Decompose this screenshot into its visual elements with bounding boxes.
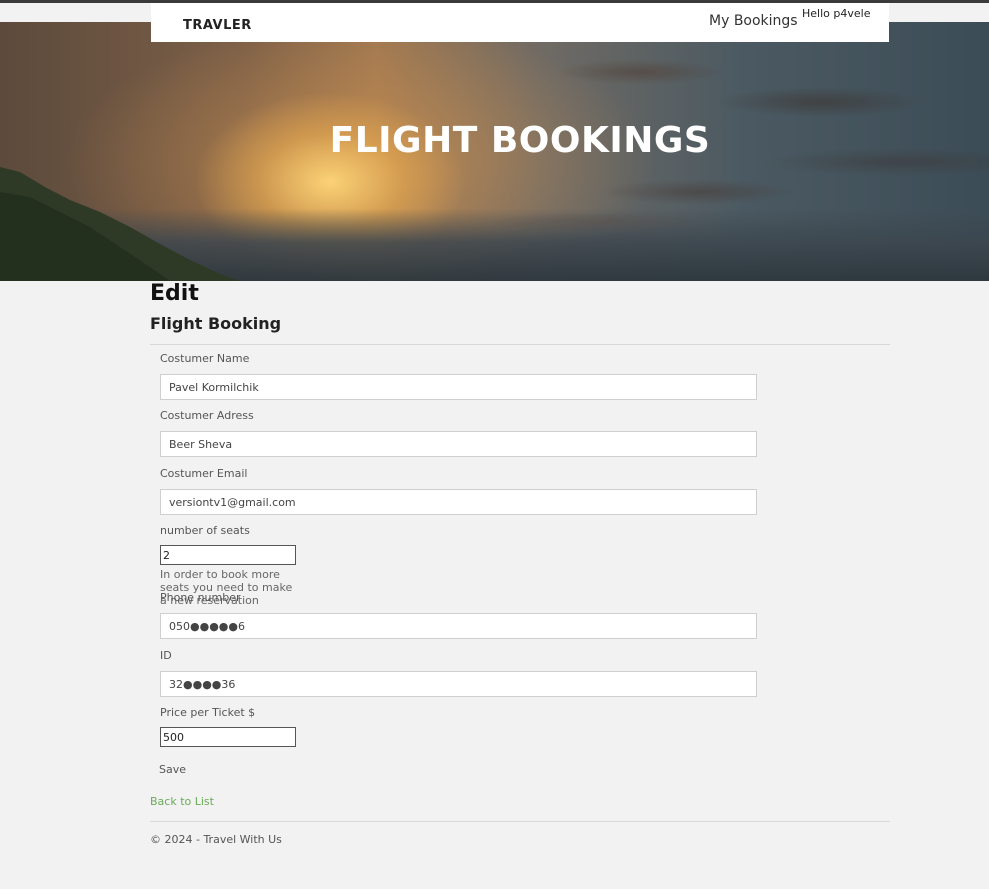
user-greeting[interactable]: Hello p4vele	[802, 7, 870, 20]
price-group: Price per Ticket $	[160, 706, 296, 747]
id-label: ID	[160, 649, 172, 662]
navbar: TRAVLER My Bookings Hello p4vele	[151, 3, 889, 42]
seats-input[interactable]	[160, 545, 296, 565]
price-input[interactable]	[160, 727, 296, 747]
phone-label: Phone number	[160, 591, 241, 604]
nav-link-my-bookings[interactable]: My Bookings	[709, 13, 798, 29]
customer-name-input[interactable]	[160, 374, 757, 400]
customer-name-group: Costumer Name	[160, 352, 757, 400]
brand-logo[interactable]: TRAVLER	[183, 18, 252, 33]
customer-address-label: Costumer Adress	[160, 409, 254, 422]
main-content: Edit Flight Booking Costumer Name Costum…	[150, 281, 890, 846]
price-label: Price per Ticket $	[160, 706, 256, 719]
back-to-list-link[interactable]: Back to List	[150, 795, 214, 808]
customer-email-group: Costumer Email	[160, 467, 757, 515]
customer-email-input[interactable]	[160, 489, 757, 515]
phone-group: Phone number	[160, 591, 757, 639]
divider	[150, 344, 890, 345]
hero-banner: FLIGHT BOOKINGS	[0, 22, 989, 281]
footer-divider	[150, 821, 890, 822]
id-group: ID	[160, 649, 757, 697]
page-title: Edit	[150, 281, 199, 306]
save-button[interactable]: Save	[159, 763, 186, 776]
customer-address-group: Costumer Adress	[160, 409, 757, 457]
customer-address-input[interactable]	[160, 431, 757, 457]
hero-title: FLIGHT BOOKINGS	[329, 120, 711, 161]
customer-email-label: Costumer Email	[160, 467, 248, 480]
id-input[interactable]	[160, 671, 757, 697]
phone-input[interactable]	[160, 613, 757, 639]
footer-text: © 2024 - Travel With Us	[150, 833, 282, 846]
seats-label: number of seats	[160, 524, 250, 537]
customer-name-label: Costumer Name	[160, 352, 250, 365]
page-subtitle: Flight Booking	[150, 314, 282, 333]
